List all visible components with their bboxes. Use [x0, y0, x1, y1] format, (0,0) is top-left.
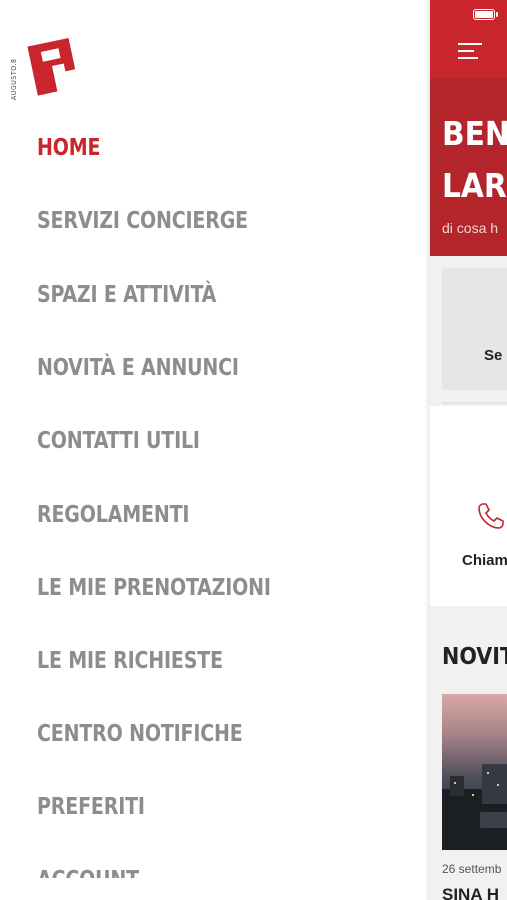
menu-item-contatti-utili[interactable]: CONTATTI UTILI [37, 421, 200, 461]
navigation-drawer: AUGUSTO.8 HOME SERVIZI CONCIERGE SPAZI E… [0, 0, 430, 900]
call-label: Chiam [462, 552, 507, 569]
news-headline[interactable]: SINA H [442, 885, 499, 900]
top-bar [430, 0, 507, 78]
menu-item-account[interactable]: ACCOUNT [37, 860, 139, 878]
welcome-hero: BENV LARG di cosa h [430, 78, 507, 256]
news-image[interactable] [442, 694, 507, 850]
service-card[interactable]: Se [442, 268, 507, 390]
service-card-label: Se [484, 347, 503, 364]
section-divider [442, 402, 507, 404]
menu-item-le-mie-richieste[interactable]: LE MIE RICHIESTE [37, 641, 223, 681]
menu-item-home[interactable]: HOME [37, 128, 101, 168]
menu-item-novita-e-annunci[interactable]: NOVITÀ E ANNUNCI [37, 348, 239, 388]
news-date: 26 settemb [442, 862, 502, 876]
hero-title-line1: BENV [442, 114, 507, 153]
battery-tip [496, 12, 498, 17]
menu-item-regolamenti[interactable]: REGOLAMENTI [37, 495, 189, 535]
menu-item-le-mie-prenotazioni[interactable]: LE MIE PRENOTAZIONI [37, 568, 271, 608]
menu-item-centro-notifiche[interactable]: CENTRO NOTIFICHE [37, 714, 243, 754]
news-section-title: NOVITÀ [442, 644, 507, 670]
phone-icon [478, 503, 504, 529]
menu-item-servizi-concierge[interactable]: SERVIZI CONCIERGE [37, 201, 248, 241]
home-screen: BENV LARG di cosa h Se Chiam NOVITÀ 26 s… [430, 0, 507, 900]
battery-icon [473, 9, 495, 20]
logo-text: AUGUSTO.8 [10, 58, 18, 100]
menu-item-spazi-e-attivita[interactable]: SPAZI E ATTIVITÀ [37, 275, 216, 315]
hero-title: BENV LARG [442, 108, 507, 212]
call-tile[interactable]: Chiam [430, 406, 507, 606]
menu-item-preferiti[interactable]: PREFERITI [37, 787, 145, 827]
hero-subtitle: di cosa h [442, 220, 499, 236]
hero-title-line2: LARG [442, 166, 507, 205]
hamburger-icon[interactable] [458, 40, 482, 64]
